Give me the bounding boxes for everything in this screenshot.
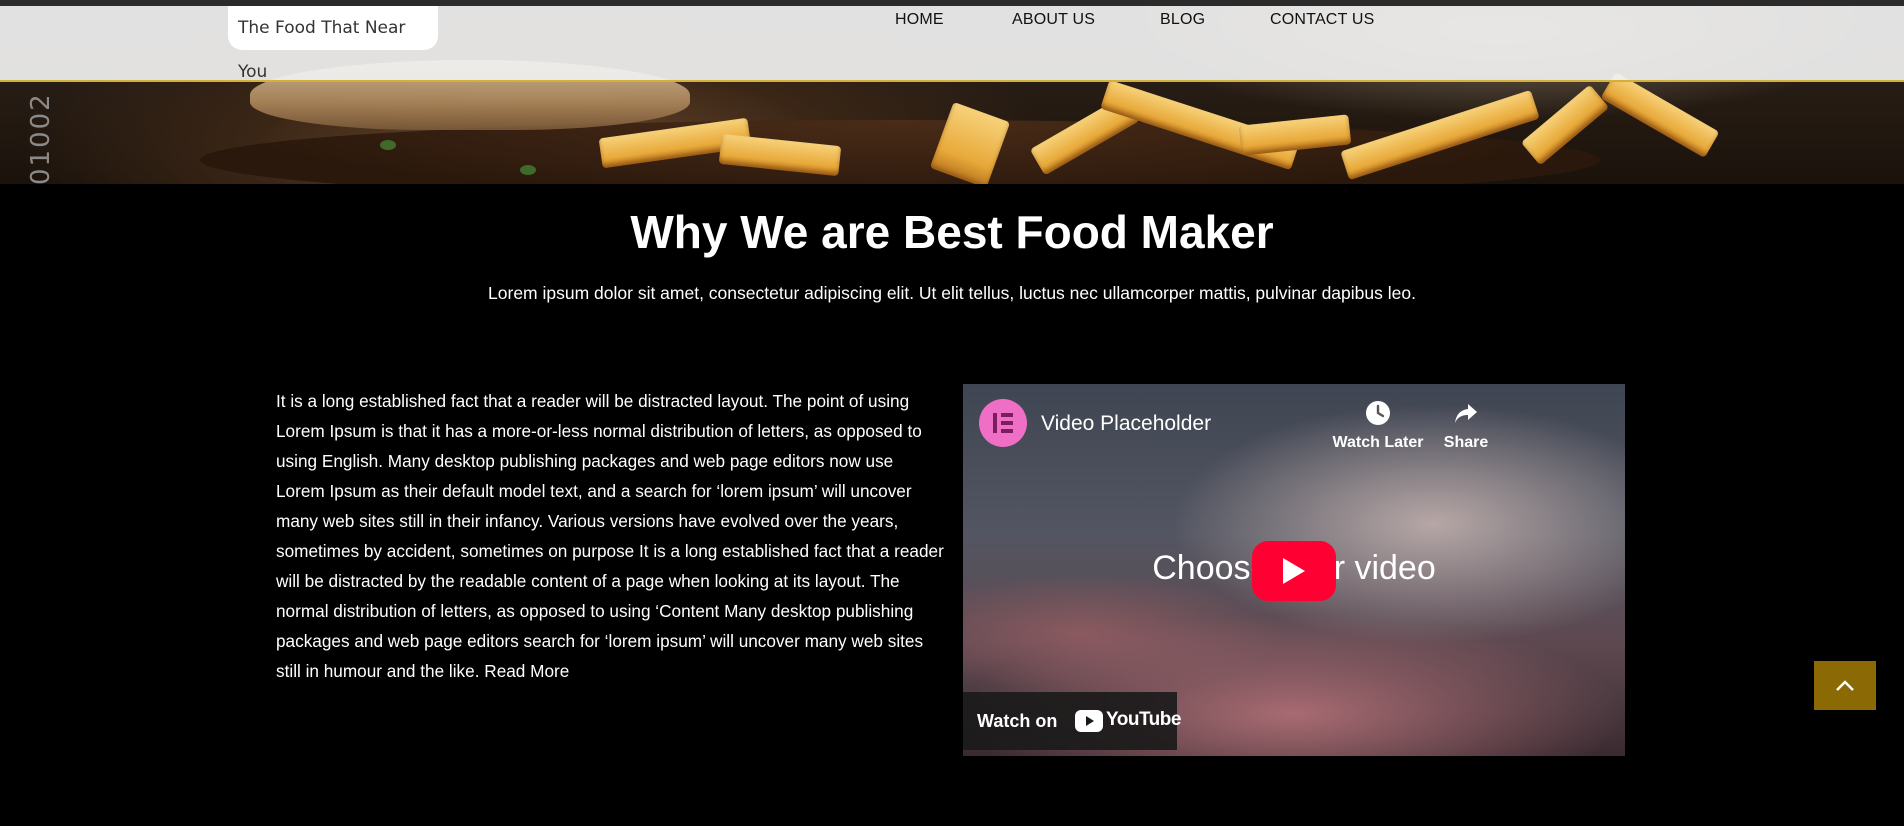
channel-avatar[interactable]: [979, 399, 1027, 447]
share-icon: [1455, 404, 1477, 423]
nav-about-us[interactable]: ABOUT US: [1012, 11, 1095, 29]
share-label: Share: [1443, 434, 1489, 451]
youtube-logo-icon: [1075, 710, 1103, 732]
video-title[interactable]: Video Placeholder: [1041, 412, 1211, 436]
nav-contact-us[interactable]: CONTACT US: [1270, 11, 1375, 29]
watch-later-label: Watch Later: [1332, 434, 1424, 451]
watch-on-youtube-button[interactable]: Watch on YouTube: [963, 692, 1181, 750]
site-tagline[interactable]: The Food That Near You: [228, 6, 438, 82]
video-embed[interactable]: Video Placeholder Watch Later Share Choo…: [963, 384, 1625, 756]
fry-image: [1600, 72, 1720, 158]
section-title: Why We are Best Food Maker: [630, 206, 1274, 258]
share-button[interactable]: Share: [1411, 400, 1521, 452]
side-code-text: 01002: [26, 92, 56, 184]
nav-blog[interactable]: BLOG: [1160, 11, 1205, 29]
body-paragraph: It is a long established fact that a rea…: [276, 391, 944, 681]
herb-image: [520, 165, 536, 175]
clock-icon: [1366, 401, 1390, 425]
read-more-link[interactable]: Read More: [484, 661, 569, 681]
play-icon: [1283, 558, 1305, 584]
site-header: The Food That Near You HOME ABOUT US BLO…: [0, 6, 1904, 82]
herb-image: [380, 140, 396, 150]
play-button[interactable]: [1252, 541, 1336, 601]
section-subtitle: Lorem ipsum dolor sit amet, consectetur …: [488, 283, 1416, 303]
back-to-top-button[interactable]: [1814, 661, 1876, 710]
watch-on-label: Watch on: [977, 711, 1058, 731]
nav-home[interactable]: HOME: [895, 11, 944, 29]
elementor-icon: [993, 413, 1013, 433]
body-text: It is a long established fact that a rea…: [276, 386, 946, 686]
chevron-up-icon: [1836, 679, 1854, 691]
youtube-wordmark: YouTube: [1106, 709, 1181, 730]
